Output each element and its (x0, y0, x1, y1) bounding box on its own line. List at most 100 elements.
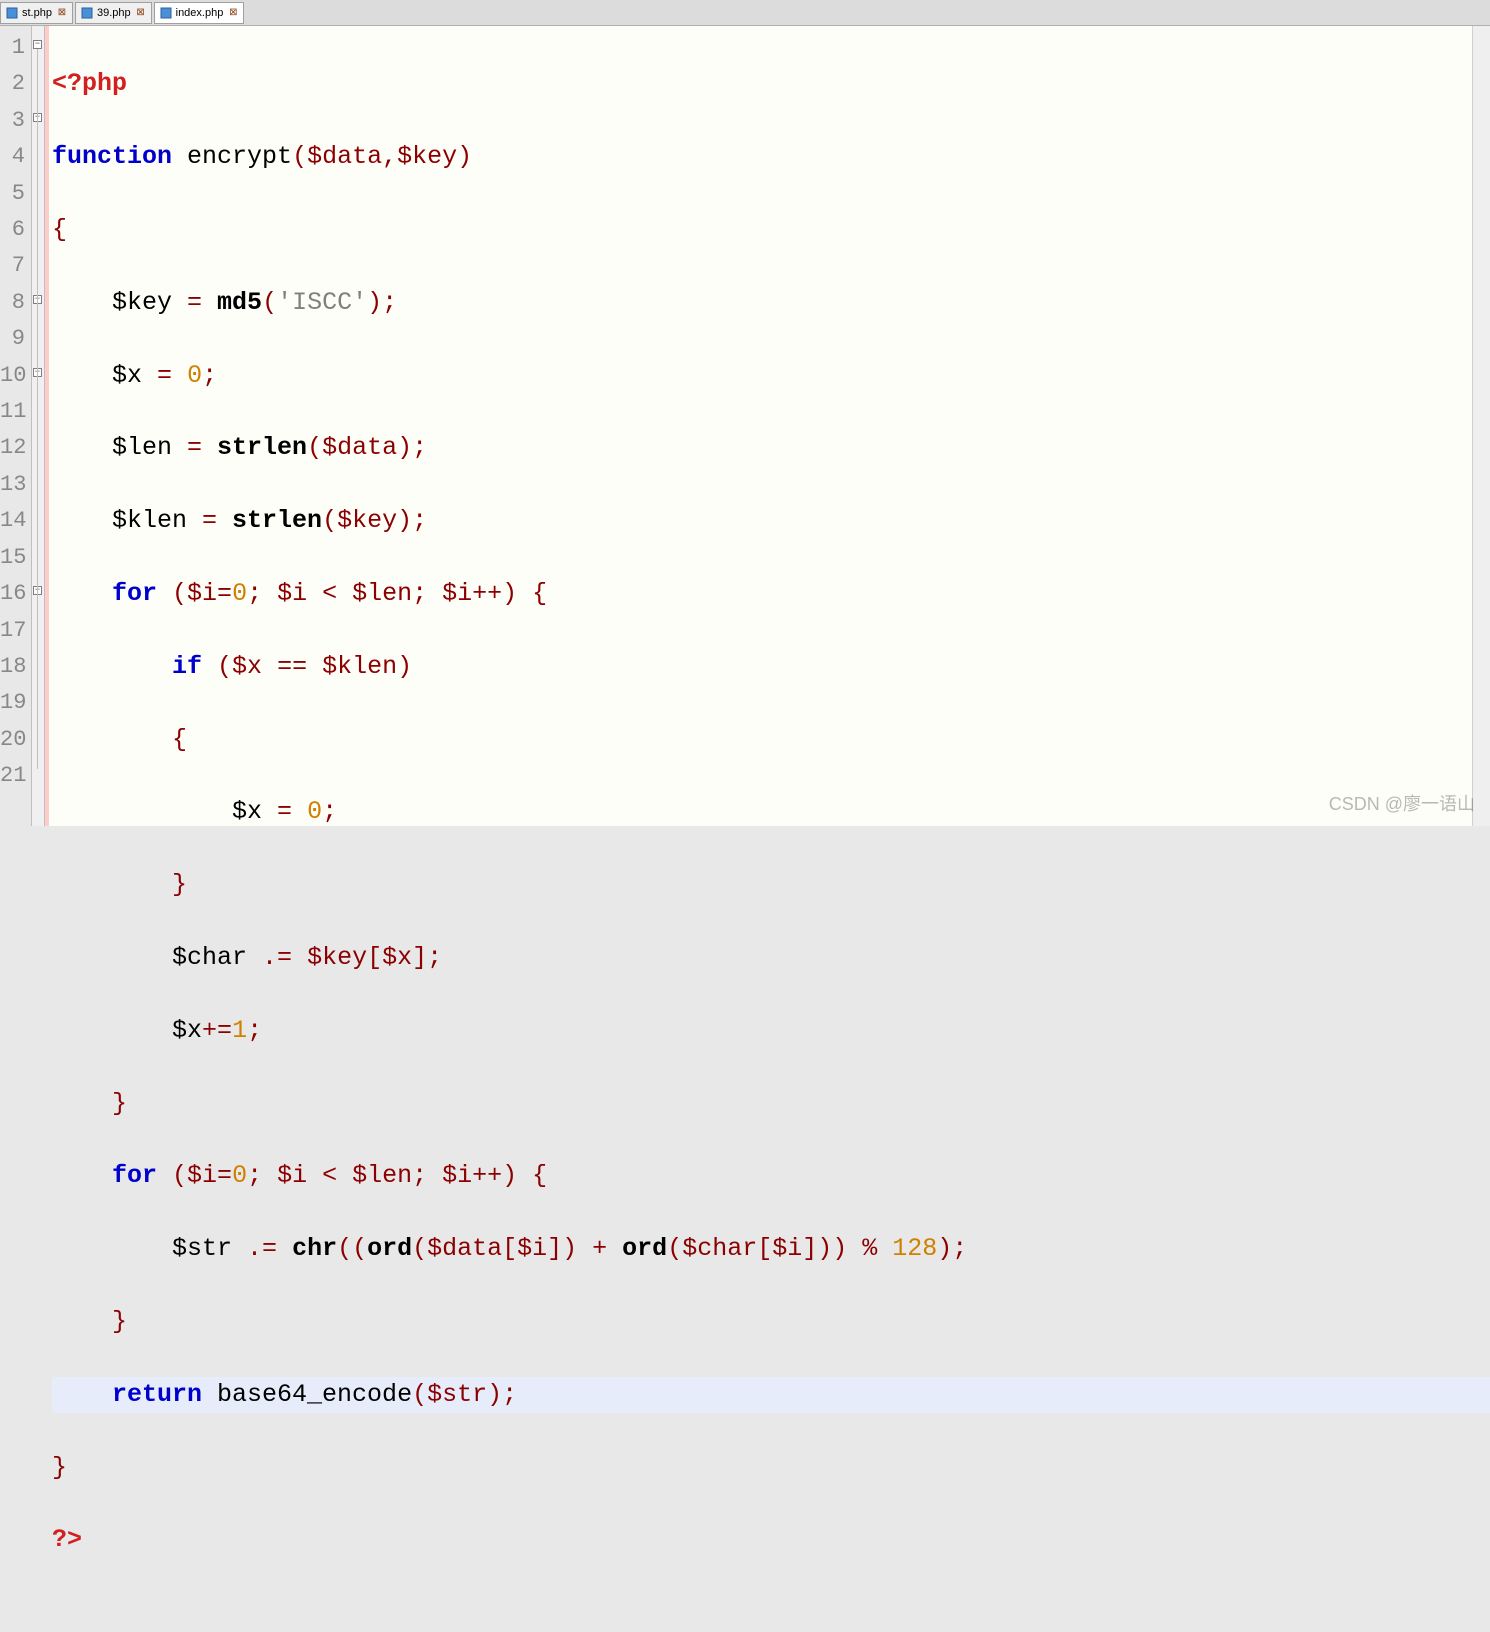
operator: = (202, 506, 217, 535)
line-number: 1 (0, 30, 25, 66)
code-text: ; $i (247, 1161, 322, 1190)
func-name: encrypt (172, 142, 292, 171)
number: 0 (232, 1161, 247, 1190)
keyword: function (52, 142, 172, 171)
keyword: return (112, 1380, 202, 1409)
code-text: ($i (157, 579, 217, 608)
php-open-tag: <?php (52, 69, 127, 98)
line-number: 19 (0, 685, 25, 721)
code-text: $klen (52, 506, 202, 535)
watermark: CSDN @廖一语山 (1329, 790, 1475, 816)
func-call: base64_encode (202, 1380, 412, 1409)
code-text: $klen) (307, 652, 412, 681)
line-number: 20 (0, 722, 25, 758)
brace: } (112, 1307, 127, 1336)
code-text: $key (52, 288, 187, 317)
code-editor[interactable]: <?php function encrypt($data,$key) { $ke… (49, 26, 1490, 826)
func-call: ord (367, 1234, 412, 1263)
line-number: 3 (0, 103, 25, 139)
code-text: $x (232, 797, 277, 826)
close-icon[interactable]: ⊠ (56, 7, 68, 19)
line-number: 21 (0, 758, 25, 794)
tab-label: 39.php (97, 7, 131, 19)
code-text: ; $i (247, 579, 322, 608)
editor-area: 1 2 3 4 5 6 7 8 9 10 11 12 13 14 15 16 1… (0, 26, 1490, 826)
line-number: 11 (0, 394, 25, 430)
operator: + (592, 1234, 607, 1263)
file-icon (80, 6, 94, 20)
code-text: ($data[$i]) (412, 1234, 592, 1263)
string: 'ISCC' (277, 288, 367, 317)
line-number: 15 (0, 540, 25, 576)
code-text: ) { (502, 579, 547, 608)
fold-line (37, 49, 38, 769)
code-text: $str (172, 1234, 247, 1263)
number: 0 (232, 579, 247, 608)
close-icon[interactable]: ⊠ (135, 7, 147, 19)
code-text: $len; $i (337, 1161, 472, 1190)
number: 128 (892, 1234, 937, 1263)
operator: == (277, 652, 307, 681)
brace: } (52, 1453, 67, 1482)
line-number: 5 (0, 176, 25, 212)
close-icon[interactable]: ⊠ (227, 7, 239, 19)
line-number: 10 (0, 358, 25, 394)
operator: ++ (472, 579, 502, 608)
code-text: $char (172, 943, 262, 972)
code-text: ($i (157, 1161, 217, 1190)
paren: (( (337, 1234, 367, 1263)
number: 0 (307, 797, 322, 826)
keyword: if (172, 652, 202, 681)
line-number: 9 (0, 321, 25, 357)
line-number: 13 (0, 467, 25, 503)
operator: % (862, 1234, 877, 1263)
file-icon (5, 6, 19, 20)
operator: = (277, 797, 292, 826)
tab-label: st.php (22, 7, 52, 19)
args: ($key); (322, 506, 427, 535)
args: ($data); (307, 433, 427, 462)
operator: = (187, 433, 202, 462)
fold-toggle-icon[interactable]: − (33, 40, 42, 49)
code-text: ($char[$i])) (667, 1234, 862, 1263)
line-number: 8 (0, 285, 25, 321)
code-text: ($str); (412, 1380, 517, 1409)
vertical-scrollbar[interactable] (1472, 26, 1490, 826)
func-call: strlen (217, 506, 322, 535)
code-text: $x (52, 361, 157, 390)
operator: = (187, 288, 202, 317)
tab-39-php[interactable]: 39.php ⊠ (75, 2, 152, 24)
line-number: 12 (0, 430, 25, 466)
func-call: strlen (202, 433, 307, 462)
code-text: $len; $i (337, 579, 472, 608)
paren: ( (262, 288, 277, 317)
brace: { (52, 215, 67, 244)
file-icon (159, 6, 173, 20)
line-number: 2 (0, 66, 25, 102)
brace: } (112, 1089, 127, 1118)
code-text: ($x (202, 652, 277, 681)
line-number-gutter: 1 2 3 4 5 6 7 8 9 10 11 12 13 14 15 16 1… (0, 26, 32, 826)
semi: ; (202, 361, 217, 390)
semi: ; (247, 1016, 262, 1045)
func-call: md5 (202, 288, 262, 317)
line-number: 17 (0, 613, 25, 649)
line-number: 16 (0, 576, 25, 612)
code-text: ) { (502, 1161, 547, 1190)
semi: ; (322, 797, 337, 826)
tab-st-php[interactable]: st.php ⊠ (0, 2, 73, 24)
line-number: 18 (0, 649, 25, 685)
keyword: for (112, 579, 157, 608)
code-text: $len (52, 433, 187, 462)
operator: < (322, 1161, 337, 1190)
code-text: $x (172, 1016, 202, 1045)
brace: { (172, 725, 187, 754)
line-number: 14 (0, 503, 25, 539)
params: ($data,$key) (292, 142, 472, 171)
code-text: ); (937, 1234, 967, 1263)
operator: .= (262, 943, 292, 972)
tab-label: index.php (176, 7, 224, 19)
keyword: for (112, 1161, 157, 1190)
tab-index-php[interactable]: index.php ⊠ (154, 2, 245, 24)
func-call: chr (277, 1234, 337, 1263)
